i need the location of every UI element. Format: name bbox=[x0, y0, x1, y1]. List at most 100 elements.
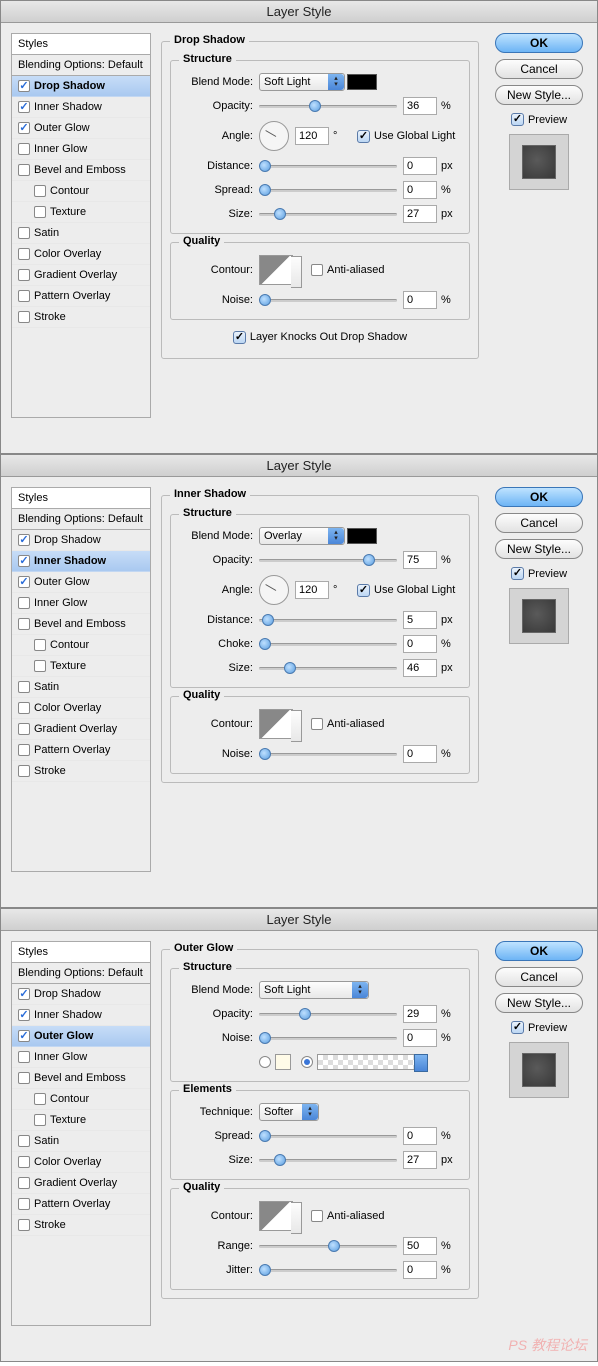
style-item-gradient-overlay[interactable]: Gradient Overlay bbox=[12, 265, 150, 286]
style-checkbox[interactable] bbox=[18, 311, 30, 323]
style-checkbox[interactable] bbox=[18, 227, 30, 239]
style-item-bevel-and-emboss[interactable]: Bevel and Emboss bbox=[12, 1068, 150, 1089]
new-style-button[interactable]: New Style... bbox=[495, 993, 583, 1013]
style-item-texture[interactable]: Texture bbox=[12, 656, 150, 677]
style-item-contour[interactable]: Contour bbox=[12, 1089, 150, 1110]
style-item-inner-shadow[interactable]: Inner Shadow bbox=[12, 97, 150, 118]
value-input[interactable]: 75 bbox=[403, 551, 437, 569]
solid-color-swatch[interactable] bbox=[275, 1054, 291, 1070]
style-checkbox[interactable] bbox=[18, 143, 30, 155]
style-checkbox[interactable] bbox=[18, 1177, 30, 1189]
slider[interactable] bbox=[259, 612, 397, 628]
color-swatch[interactable] bbox=[347, 74, 377, 90]
style-checkbox[interactable] bbox=[18, 555, 30, 567]
anti-aliased-checkbox[interactable] bbox=[311, 1210, 323, 1222]
style-item-color-overlay[interactable]: Color Overlay bbox=[12, 244, 150, 265]
ok-button[interactable]: OK bbox=[495, 941, 583, 961]
style-checkbox[interactable] bbox=[18, 248, 30, 260]
style-item-inner-shadow[interactable]: Inner Shadow bbox=[12, 551, 150, 572]
style-checkbox[interactable] bbox=[18, 597, 30, 609]
style-checkbox[interactable] bbox=[18, 80, 30, 92]
value-input[interactable]: 0 bbox=[403, 157, 437, 175]
style-item-outer-glow[interactable]: Outer Glow bbox=[12, 1026, 150, 1047]
style-item-inner-glow[interactable]: Inner Glow bbox=[12, 1047, 150, 1068]
style-item-color-overlay[interactable]: Color Overlay bbox=[12, 1152, 150, 1173]
style-item-color-overlay[interactable]: Color Overlay bbox=[12, 698, 150, 719]
style-item-pattern-overlay[interactable]: Pattern Overlay bbox=[12, 740, 150, 761]
style-checkbox[interactable] bbox=[34, 660, 46, 672]
cancel-button[interactable]: Cancel bbox=[495, 967, 583, 987]
preview-toggle[interactable]: Preview bbox=[511, 567, 567, 580]
style-item-stroke[interactable]: Stroke bbox=[12, 307, 150, 328]
style-item-inner-glow[interactable]: Inner Glow bbox=[12, 593, 150, 614]
angle-input[interactable]: 120 bbox=[295, 127, 329, 145]
style-item-stroke[interactable]: Stroke bbox=[12, 1215, 150, 1236]
slider[interactable] bbox=[259, 1262, 397, 1278]
slider[interactable] bbox=[259, 660, 397, 676]
select-dropdown[interactable]: Overlay bbox=[259, 527, 345, 545]
ok-button[interactable]: OK bbox=[495, 33, 583, 53]
preview-toggle[interactable]: Preview bbox=[511, 1021, 567, 1034]
style-checkbox[interactable] bbox=[34, 1093, 46, 1105]
style-item-bevel-and-emboss[interactable]: Bevel and Emboss bbox=[12, 614, 150, 635]
style-item-pattern-overlay[interactable]: Pattern Overlay bbox=[12, 1194, 150, 1215]
slider[interactable] bbox=[259, 1030, 397, 1046]
style-item-satin[interactable]: Satin bbox=[12, 223, 150, 244]
style-item-outer-glow[interactable]: Outer Glow bbox=[12, 572, 150, 593]
contour-picker[interactable] bbox=[259, 709, 293, 739]
select-dropdown[interactable]: Soft Light bbox=[259, 73, 345, 91]
knocks-out-checkbox[interactable] bbox=[233, 331, 246, 344]
slider[interactable] bbox=[259, 1152, 397, 1168]
style-checkbox[interactable] bbox=[18, 269, 30, 281]
style-item-satin[interactable]: Satin bbox=[12, 1131, 150, 1152]
style-checkbox[interactable] bbox=[18, 1219, 30, 1231]
style-checkbox[interactable] bbox=[18, 1072, 30, 1084]
style-item-contour[interactable]: Contour bbox=[12, 181, 150, 202]
style-item-satin[interactable]: Satin bbox=[12, 677, 150, 698]
style-checkbox[interactable] bbox=[18, 1030, 30, 1042]
style-checkbox[interactable] bbox=[18, 576, 30, 588]
global-light-checkbox[interactable] bbox=[357, 130, 370, 143]
contour-picker[interactable] bbox=[259, 255, 293, 285]
global-light-checkbox[interactable] bbox=[357, 584, 370, 597]
style-checkbox[interactable] bbox=[18, 1156, 30, 1168]
value-input[interactable]: 0 bbox=[403, 745, 437, 763]
style-checkbox[interactable] bbox=[18, 723, 30, 735]
slider[interactable] bbox=[259, 158, 397, 174]
new-style-button[interactable]: New Style... bbox=[495, 85, 583, 105]
style-checkbox[interactable] bbox=[18, 122, 30, 134]
style-item-pattern-overlay[interactable]: Pattern Overlay bbox=[12, 286, 150, 307]
blending-options[interactable]: Blending Options: Default bbox=[11, 55, 151, 76]
slider[interactable] bbox=[259, 746, 397, 762]
preview-checkbox[interactable] bbox=[511, 1021, 524, 1034]
angle-dial[interactable] bbox=[259, 121, 289, 151]
value-input[interactable]: 0 bbox=[403, 291, 437, 309]
value-input[interactable]: 29 bbox=[403, 1005, 437, 1023]
value-input[interactable]: 27 bbox=[403, 205, 437, 223]
color-gradient-radio[interactable] bbox=[301, 1056, 313, 1068]
ok-button[interactable]: OK bbox=[495, 487, 583, 507]
style-item-inner-shadow[interactable]: Inner Shadow bbox=[12, 1005, 150, 1026]
style-item-texture[interactable]: Texture bbox=[12, 202, 150, 223]
contour-picker[interactable] bbox=[259, 1201, 293, 1231]
style-checkbox[interactable] bbox=[18, 164, 30, 176]
value-input[interactable]: 50 bbox=[403, 1237, 437, 1255]
style-checkbox[interactable] bbox=[18, 534, 30, 546]
slider[interactable] bbox=[259, 292, 397, 308]
angle-dial[interactable] bbox=[259, 575, 289, 605]
style-checkbox[interactable] bbox=[18, 702, 30, 714]
gradient-picker[interactable] bbox=[317, 1054, 417, 1070]
style-checkbox[interactable] bbox=[18, 744, 30, 756]
style-checkbox[interactable] bbox=[18, 1198, 30, 1210]
style-checkbox[interactable] bbox=[18, 681, 30, 693]
style-item-bevel-and-emboss[interactable]: Bevel and Emboss bbox=[12, 160, 150, 181]
slider[interactable] bbox=[259, 1128, 397, 1144]
style-checkbox[interactable] bbox=[18, 101, 30, 113]
value-input[interactable]: 0 bbox=[403, 1029, 437, 1047]
style-checkbox[interactable] bbox=[34, 185, 46, 197]
anti-aliased-checkbox[interactable] bbox=[311, 264, 323, 276]
style-item-drop-shadow[interactable]: Drop Shadow bbox=[12, 76, 150, 97]
blending-options[interactable]: Blending Options: Default bbox=[11, 509, 151, 530]
style-item-drop-shadow[interactable]: Drop Shadow bbox=[12, 530, 150, 551]
preview-checkbox[interactable] bbox=[511, 113, 524, 126]
